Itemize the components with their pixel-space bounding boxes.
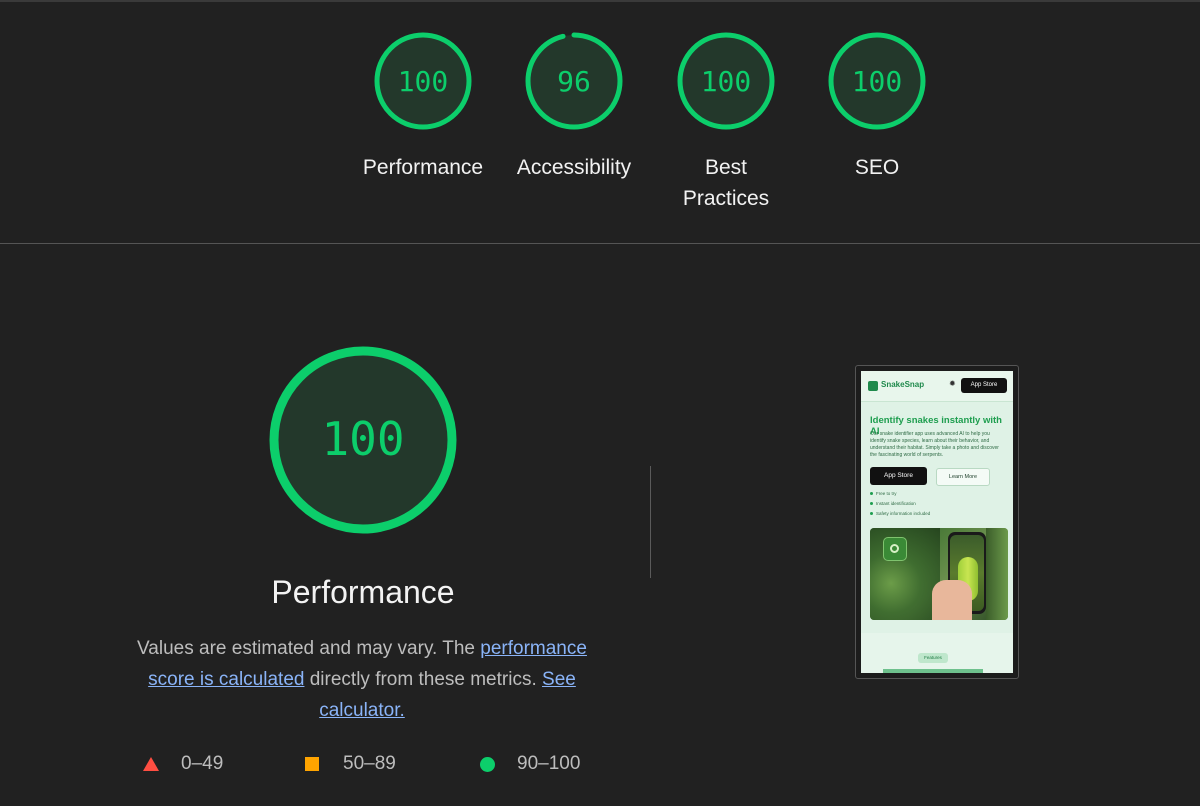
legend-average-range: 50–89: [343, 753, 396, 774]
best-practices-score: 100: [701, 65, 752, 98]
best-practices-label: Best Practices: [682, 156, 770, 210]
preview-feature: Instant identification: [870, 501, 916, 506]
red-triangle-icon: [143, 757, 159, 771]
seo-score: 100: [852, 65, 903, 98]
section-divider: [0, 243, 1200, 244]
legend-fail-range: 0–49: [181, 753, 224, 774]
category-scores: 100 Performance 96 Accessibility 100 Bes…: [0, 0, 1200, 244]
preview-store-badge: App Store: [961, 378, 1007, 393]
preview-cutoff-heading: [883, 669, 983, 673]
description-text-1: Values are estimated and may vary. The: [137, 638, 481, 659]
preview-app-store-button: App Store: [870, 467, 927, 485]
preview-brand: SnakeSnap: [881, 380, 925, 389]
performance-gauge-ring: 100: [374, 32, 472, 130]
seo-label: SEO: [854, 156, 900, 179]
accessibility-gauge-ring: 96: [525, 32, 623, 130]
legend-average: 50–89: [305, 753, 396, 775]
gauge-seo[interactable]: 100 SEO: [802, 30, 952, 183]
preview-feature: Safety information included: [870, 511, 930, 516]
preview-body: Our snake identifier app uses advanced A…: [870, 431, 999, 458]
final-screenshot-thumbnail[interactable]: SnakeSnap ✹ App Store Identify snakes in…: [855, 365, 1019, 679]
theme-toggle-icon: ✹: [949, 379, 956, 388]
performance-score: 100: [398, 65, 449, 98]
performance-label: Performance: [362, 156, 484, 179]
preview-learn-more-button: Learn More: [936, 468, 990, 486]
preview-feature: Free to try: [870, 491, 897, 496]
app-icon: [883, 537, 907, 561]
best-practices-gauge-ring: 100: [677, 32, 775, 130]
legend-pass: 90–100: [480, 753, 580, 775]
snake-logo-icon: [868, 381, 878, 391]
gauge-performance[interactable]: 100 Performance: [348, 30, 498, 183]
gauge-accessibility[interactable]: 96 Accessibility: [499, 30, 649, 183]
accessibility-score: 96: [557, 65, 591, 98]
orange-square-icon: [305, 757, 319, 771]
preview-navbar: SnakeSnap ✹ App Store: [861, 371, 1013, 402]
accessibility-label: Accessibility: [516, 156, 632, 179]
legend-pass-range: 90–100: [517, 753, 581, 774]
preview-hero-image: [870, 528, 1008, 620]
page-preview: SnakeSnap ✹ App Store Identify snakes in…: [861, 371, 1013, 673]
performance-title: Performance: [271, 574, 455, 610]
legend-fail: 0–49: [143, 753, 223, 775]
seo-gauge-ring: 100: [828, 32, 926, 130]
gauge-best-practices[interactable]: 100 Best Practices: [651, 30, 801, 214]
main-performance-gauge: 100: [268, 345, 458, 540]
vertical-divider: [650, 466, 651, 578]
preview-features-badge: Features: [918, 653, 948, 663]
score-description: Values are estimated and may vary. The p…: [112, 633, 612, 726]
main-score: 100: [321, 412, 404, 466]
main-gauge-ring: 100: [269, 346, 457, 534]
description-text-2: directly from these metrics.: [304, 669, 543, 690]
green-circle-icon: [480, 756, 495, 772]
